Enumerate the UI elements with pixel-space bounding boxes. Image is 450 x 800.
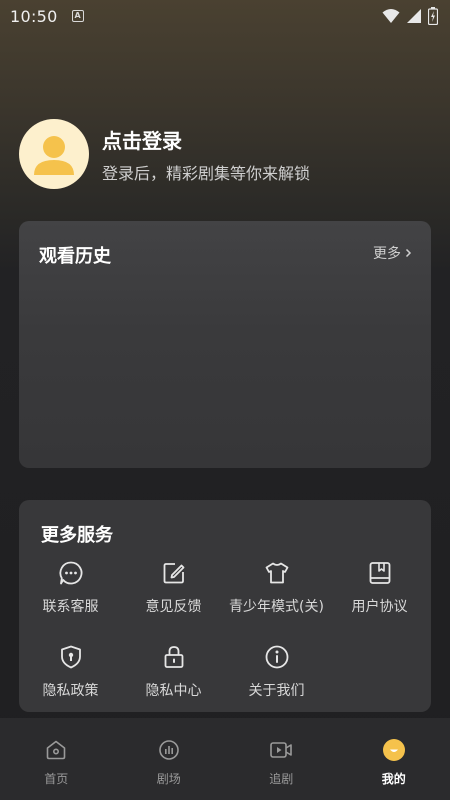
book-icon bbox=[367, 560, 393, 586]
info-icon bbox=[264, 644, 290, 670]
tab-mine[interactable]: 我的 bbox=[338, 718, 450, 800]
tab-label: 首页 bbox=[44, 772, 69, 786]
edit-icon bbox=[161, 560, 187, 586]
service-label: 关于我们 bbox=[248, 683, 305, 699]
mine-icon bbox=[382, 738, 406, 762]
watch-history-title: 观看历史 bbox=[39, 246, 111, 267]
service-label: 用户协议 bbox=[351, 599, 408, 615]
more-services-card: 更多服务 联系客服 意见反馈 青少年模式(关) 用户协议 隐私政策 隐私中心 关… bbox=[19, 500, 431, 712]
tab-theater[interactable]: 剧场 bbox=[113, 718, 226, 800]
service-label: 隐私政策 bbox=[42, 683, 99, 699]
chat-icon bbox=[58, 560, 84, 586]
tab-label: 剧场 bbox=[156, 772, 181, 786]
signal-icon bbox=[407, 9, 421, 23]
login-title[interactable]: 点击登录 bbox=[102, 125, 310, 154]
service-about-us[interactable]: 关于我们 bbox=[225, 644, 328, 700]
tshirt-icon bbox=[264, 560, 290, 586]
shield-icon bbox=[58, 644, 84, 670]
user-avatar-icon bbox=[34, 136, 74, 175]
more-services-title: 更多服务 bbox=[41, 525, 113, 546]
status-bar: 10:50 A bbox=[0, 0, 450, 32]
watch-history-card: 观看历史 更多 bbox=[19, 221, 431, 468]
video-icon bbox=[269, 738, 293, 762]
status-icons bbox=[382, 7, 438, 25]
service-label: 隐私中心 bbox=[145, 683, 202, 699]
service-contact[interactable]: 联系客服 bbox=[19, 560, 122, 616]
battery-icon bbox=[428, 7, 438, 25]
service-label: 青少年模式(关) bbox=[229, 599, 324, 615]
tab-label: 追剧 bbox=[269, 772, 294, 786]
history-more-label: 更多 bbox=[373, 246, 401, 262]
service-teen-mode[interactable]: 青少年模式(关) bbox=[225, 560, 328, 616]
service-privacy-policy[interactable]: 隐私政策 bbox=[19, 644, 122, 700]
service-privacy-center[interactable]: 隐私中心 bbox=[122, 644, 225, 700]
login-section[interactable]: 点击登录 登录后，精彩剧集等你来解锁 bbox=[19, 119, 431, 189]
notification-a-icon: A bbox=[71, 10, 84, 22]
service-label: 联系客服 bbox=[42, 599, 99, 615]
tab-label: 我的 bbox=[381, 772, 406, 786]
chevron-right-icon bbox=[405, 248, 412, 258]
login-subtitle: 登录后，精彩剧集等你来解锁 bbox=[102, 163, 311, 183]
home-icon bbox=[44, 738, 68, 762]
bottom-tab-bar: 首页 剧场 追剧 我的 bbox=[0, 718, 450, 800]
lock-icon bbox=[161, 644, 187, 670]
service-user-agreement[interactable]: 用户协议 bbox=[328, 560, 431, 616]
theater-icon bbox=[157, 738, 181, 762]
service-feedback[interactable]: 意见反馈 bbox=[122, 560, 225, 616]
tab-home[interactable]: 首页 bbox=[0, 718, 113, 800]
service-label: 意见反馈 bbox=[145, 599, 202, 615]
avatar[interactable] bbox=[19, 119, 89, 189]
wifi-icon bbox=[382, 9, 400, 23]
history-more-link[interactable]: 更多 bbox=[373, 243, 412, 263]
status-time: 10:50 bbox=[10, 6, 58, 26]
tab-following[interactable]: 追剧 bbox=[225, 718, 338, 800]
